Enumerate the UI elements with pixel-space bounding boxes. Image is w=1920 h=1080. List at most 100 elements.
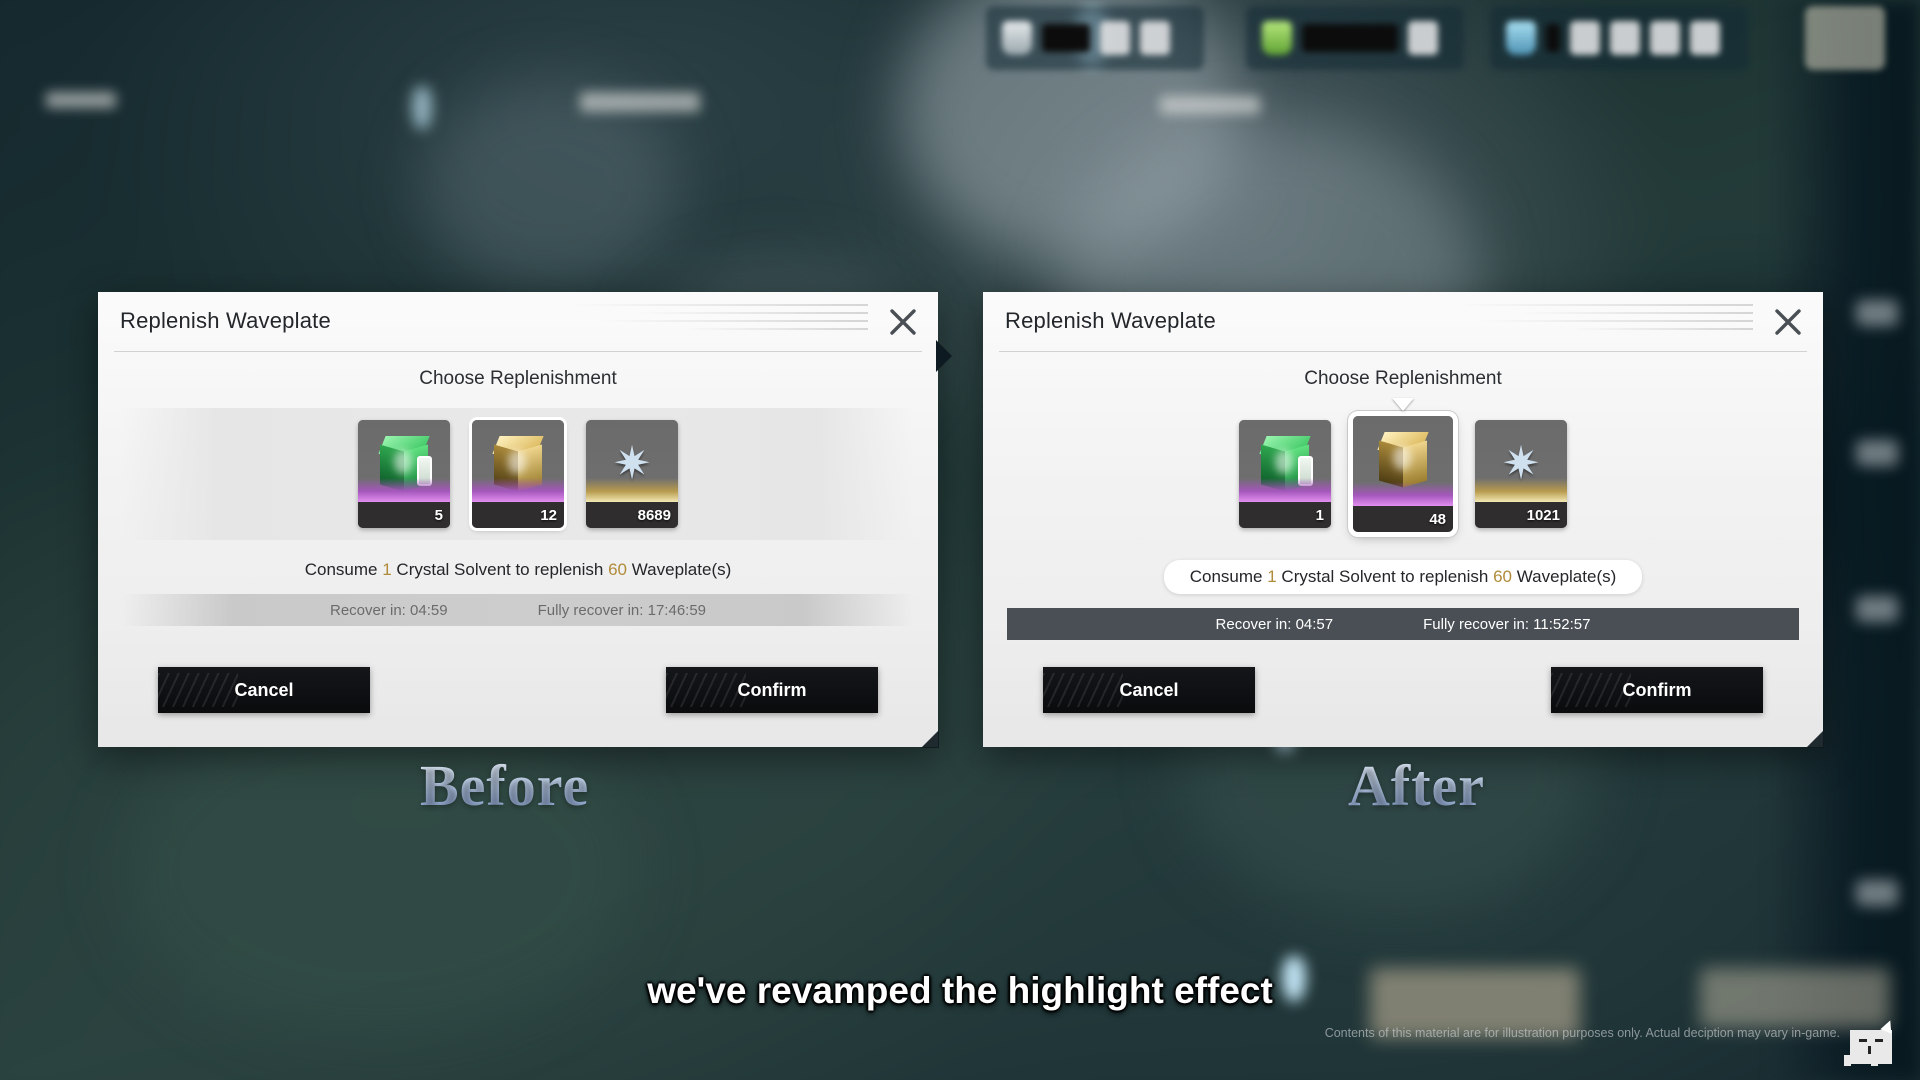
item-rarity-bar xyxy=(358,478,450,502)
hud-currency-group-1[interactable] xyxy=(986,6,1204,70)
item-card-body: 1 xyxy=(1239,420,1331,528)
confirm-button[interactable]: Confirm xyxy=(1551,667,1763,713)
titlebar-divider xyxy=(114,351,922,352)
fully-recover-timer: Fully recover in: 17:46:59 xyxy=(538,602,706,619)
map-label-blurred xyxy=(580,92,700,112)
selection-arrow-icon xyxy=(1392,398,1414,411)
close-x-icon xyxy=(1775,309,1801,335)
rail-button-blurred[interactable] xyxy=(1856,300,1898,326)
item-card-gold-crystal[interactable]: 12 xyxy=(472,420,564,528)
rail-button-blurred[interactable] xyxy=(1856,440,1898,466)
item-card-body: ✷ 8689 xyxy=(586,420,678,528)
recover-timer: Recover in: 04:57 xyxy=(1216,616,1334,633)
rail-button-blurred[interactable] xyxy=(1856,880,1898,906)
currency-chip xyxy=(1650,21,1680,55)
dialog-button-row: Cancel Confirm xyxy=(983,667,1823,713)
replenishment-item-list: 5 12 ✷ 8689 xyxy=(122,408,914,540)
fully-recover-value: 11:52:57 xyxy=(1533,615,1591,633)
item-rarity-bar xyxy=(1239,478,1331,502)
titlebar-decoration xyxy=(568,304,868,338)
consume-amount: 1 xyxy=(382,560,392,579)
item-card-body: 48 xyxy=(1353,416,1453,532)
screen-root: Replenish Waveplate Choose Replenishment xyxy=(0,0,1920,1080)
close-x-icon xyxy=(890,309,916,335)
panel-corner-wedge xyxy=(936,340,952,372)
currency-chip xyxy=(1100,21,1130,55)
dialog-titlebar: Replenish Waveplate xyxy=(983,292,1823,352)
recovery-timer-bar: Recover in: 04:57 Fully recover in: 11:5… xyxy=(1007,608,1799,640)
section-label: Choose Replenishment xyxy=(419,368,617,389)
caption-after: After xyxy=(1348,753,1486,818)
item-count: 5 xyxy=(358,502,450,528)
green-currency-icon xyxy=(1262,21,1292,55)
consume-prefix: Consume xyxy=(1189,567,1263,586)
item-rarity-bar xyxy=(1475,478,1567,502)
currency-value-censored xyxy=(1302,24,1398,52)
currency-chip xyxy=(1570,21,1600,55)
consume-middle: Crystal Solvent to replenish xyxy=(396,560,604,579)
recovery-timer-bar: Recover in: 04:59 Fully recover in: 17:4… xyxy=(122,594,914,626)
item-count: 1021 xyxy=(1475,502,1567,528)
dialog-replenish-waveplate-before: Replenish Waveplate Choose Replenishment xyxy=(98,292,952,748)
currency-chip xyxy=(1408,21,1438,55)
recover-label: Recover in: xyxy=(329,601,406,619)
item-card-body: 5 xyxy=(358,420,450,528)
currency-icon xyxy=(1002,21,1032,55)
currency-value-censored xyxy=(1546,24,1560,52)
consume-amount: 1 xyxy=(1267,567,1277,586)
currency-chip xyxy=(1610,21,1640,55)
item-card-green-crystal[interactable]: 1 xyxy=(1239,420,1331,528)
recover-timer: Recover in: 04:59 xyxy=(330,602,448,619)
item-card-body: ✷ 1021 xyxy=(1475,420,1567,528)
hud-menu-button[interactable] xyxy=(1805,6,1885,70)
consume-suffix: Waveplate(s) xyxy=(631,560,732,579)
fully-recover-label: Fully recover in: xyxy=(537,601,644,619)
item-card-star-shard[interactable]: ✷ 1021 xyxy=(1475,420,1567,528)
rail-button-blurred[interactable] xyxy=(1856,596,1898,622)
consume-gain: 60 xyxy=(608,560,628,579)
confirm-button-label: Confirm xyxy=(737,679,807,700)
item-count: 1 xyxy=(1239,502,1331,528)
consume-middle: Crystal Solvent to replenish xyxy=(1281,567,1489,586)
item-rarity-bar xyxy=(1353,482,1453,506)
hud-currency-group-2[interactable] xyxy=(1246,6,1464,70)
dialog-title: Replenish Waveplate xyxy=(120,308,331,333)
dialog-button-row: Cancel Confirm xyxy=(98,667,938,713)
fully-recover-label: Fully recover in: xyxy=(1423,615,1529,633)
currency-chip xyxy=(1690,21,1720,55)
item-card-body: 12 xyxy=(472,420,564,528)
cancel-button-label: Cancel xyxy=(234,679,294,700)
close-button[interactable] xyxy=(1769,303,1807,341)
subtitle-text: we've revamped the highlight effect xyxy=(647,970,1273,1011)
cancel-button[interactable]: Cancel xyxy=(1043,667,1255,713)
map-label-blurred xyxy=(46,92,116,108)
item-card-green-crystal[interactable]: 5 xyxy=(358,420,450,528)
hud-currency-group-3[interactable] xyxy=(1490,6,1748,70)
dialog-replenish-waveplate-after: Replenish Waveplate Choose Replenishment xyxy=(983,292,1824,748)
confirm-button[interactable]: Confirm xyxy=(666,667,878,713)
blue-currency-icon xyxy=(1506,21,1536,55)
item-card-star-shard[interactable]: ✷ 8689 xyxy=(586,420,678,528)
currency-chip xyxy=(1140,21,1170,55)
item-count: 48 xyxy=(1353,506,1453,532)
item-card-gold-crystal[interactable]: 48 xyxy=(1353,398,1453,532)
recover-value: 04:59 xyxy=(410,601,448,619)
fully-recover-value: 17:46:59 xyxy=(647,601,707,619)
item-rarity-bar xyxy=(472,478,564,502)
item-rarity-bar xyxy=(586,478,678,502)
close-button[interactable] xyxy=(884,303,922,341)
consume-pill: Consume 1 Crystal Solvent to replenish 6… xyxy=(1163,560,1643,594)
item-count: 12 xyxy=(472,502,564,528)
cancel-button[interactable]: Cancel xyxy=(158,667,370,713)
item-count: 8689 xyxy=(586,502,678,528)
map-pin-icon xyxy=(412,86,432,130)
replenishment-item-list: 1 48 ✷ 1021 xyxy=(1007,398,1799,540)
map-label-blurred xyxy=(1160,96,1260,114)
consume-gain: 60 xyxy=(1493,567,1513,586)
consume-description: Consume 1 Crystal Solvent to replenish 6… xyxy=(983,560,1823,594)
consume-description: Consume 1 Crystal Solvent to replenish 6… xyxy=(98,560,938,580)
confirm-button-label: Confirm xyxy=(1622,679,1692,700)
caption-before: Before xyxy=(420,753,590,818)
recover-label: Recover in: xyxy=(1215,615,1292,633)
fully-recover-timer: Fully recover in: 11:52:57 xyxy=(1423,616,1590,633)
